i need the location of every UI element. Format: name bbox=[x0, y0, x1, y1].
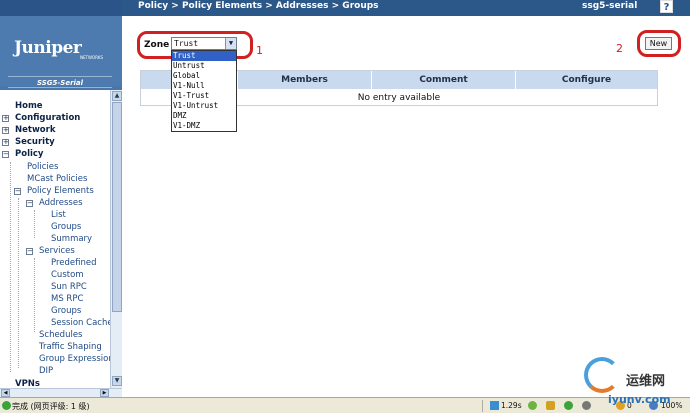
watermark-text: 运维网 bbox=[626, 374, 666, 389]
device-model: SSG5-Serial bbox=[8, 76, 112, 88]
nav-services-ms-rpc[interactable]: MS RPC bbox=[51, 294, 83, 305]
zone-option[interactable]: V1-DMZ bbox=[172, 121, 236, 131]
nav-network[interactable]: Network bbox=[15, 125, 55, 136]
zone-option[interactable]: V1-Untrust bbox=[172, 101, 236, 111]
zone-option[interactable]: DMZ bbox=[172, 111, 236, 121]
collapse-icon[interactable]: − bbox=[2, 151, 9, 158]
tree-line bbox=[10, 162, 11, 372]
zone-option[interactable]: V1-Null bbox=[172, 81, 236, 91]
juniper-logo: Juniper bbox=[14, 38, 82, 58]
nav-vpns[interactable]: VPNs bbox=[15, 379, 40, 388]
sidebar-scrollbar[interactable]: ▲ ▼ bbox=[110, 90, 122, 388]
new-button[interactable]: New bbox=[645, 37, 672, 50]
zone-option[interactable]: Trust bbox=[172, 51, 236, 61]
nav-addresses[interactable]: Addresses bbox=[39, 198, 83, 209]
speaker-icon[interactable] bbox=[582, 401, 591, 410]
nav-session-cache[interactable]: Session Cache bbox=[51, 318, 110, 329]
nav-services-groups[interactable]: Groups bbox=[51, 306, 81, 317]
scroll-down-icon[interactable]: ▼ bbox=[112, 376, 122, 386]
feed-icon[interactable] bbox=[546, 401, 555, 410]
scroll-right-icon[interactable]: ▶ bbox=[100, 389, 109, 397]
nav-policy[interactable]: Policy bbox=[15, 149, 43, 160]
breadcrumb: Policy > Policy Elements > Addresses > G… bbox=[138, 1, 379, 11]
load-time: 1.29s bbox=[501, 401, 522, 410]
scroll-left-icon[interactable]: ◀ bbox=[1, 389, 10, 397]
watermark-url: iyunv.com bbox=[608, 393, 671, 406]
nav-traffic-shaping[interactable]: Traffic Shaping bbox=[39, 342, 102, 353]
nav-services-custom[interactable]: Custom bbox=[51, 270, 84, 281]
nav-policies[interactable]: Policies bbox=[27, 162, 58, 173]
scroll-thumb[interactable] bbox=[112, 102, 122, 312]
expand-icon[interactable]: + bbox=[2, 139, 9, 146]
collapse-icon[interactable]: − bbox=[26, 248, 33, 255]
nav-mcast-policies[interactable]: MCast Policies bbox=[27, 174, 87, 185]
tree-line bbox=[34, 258, 35, 332]
nav-configuration[interactable]: Configuration bbox=[15, 113, 80, 124]
nav-services-sun-rpc[interactable]: Sun RPC bbox=[51, 282, 87, 293]
status-bar: 完成 (网页评级: 1 级) 1.29s 0 100% bbox=[0, 397, 690, 413]
collapse-icon[interactable]: − bbox=[14, 188, 21, 195]
top-bar-left bbox=[0, 0, 122, 16]
nav-address-summary[interactable]: Summary bbox=[51, 234, 92, 245]
zone-dropdown-list[interactable]: Trust Untrust Global V1-Null V1-Trust V1… bbox=[171, 50, 237, 132]
watermark-logo bbox=[584, 357, 620, 393]
security-icon[interactable] bbox=[528, 401, 537, 410]
expand-icon[interactable]: + bbox=[2, 127, 9, 134]
download-icon[interactable] bbox=[564, 401, 573, 410]
nav-home[interactable]: Home bbox=[15, 101, 43, 112]
speed-icon bbox=[490, 401, 499, 410]
nav-services-predefined[interactable]: Predefined bbox=[51, 258, 97, 269]
collapse-icon[interactable]: − bbox=[26, 200, 33, 207]
nav-schedules[interactable]: Schedules bbox=[39, 330, 83, 341]
annotation-number: 2 bbox=[616, 42, 623, 55]
nav-address-groups[interactable]: Groups bbox=[51, 222, 81, 233]
table-header: Configure bbox=[516, 71, 657, 89]
done-icon bbox=[2, 401, 11, 410]
nav-group-expressions[interactable]: Group Expressions bbox=[39, 354, 110, 365]
divider bbox=[482, 400, 483, 412]
nav-address-list[interactable]: List bbox=[51, 210, 66, 221]
help-button[interactable]: ? bbox=[660, 0, 673, 13]
scroll-up-icon[interactable]: ▲ bbox=[112, 91, 122, 101]
expand-icon[interactable]: + bbox=[2, 115, 9, 122]
nav-dip[interactable]: DIP bbox=[39, 366, 53, 377]
zone-option[interactable]: Untrust bbox=[172, 61, 236, 71]
nav-policy-elements[interactable]: Policy Elements bbox=[27, 186, 94, 197]
nav-services[interactable]: Services bbox=[39, 246, 75, 257]
nav-security[interactable]: Security bbox=[15, 137, 55, 148]
zone-option[interactable]: V1-Trust bbox=[172, 91, 236, 101]
status-text: 完成 (网页评级: 1 级) bbox=[12, 402, 90, 411]
sidebar-hscrollbar[interactable]: ◀ ▶ bbox=[0, 388, 122, 397]
annotation-number: 1 bbox=[256, 44, 263, 57]
device-name: ssg5-serial bbox=[582, 1, 638, 11]
table-header: Comment bbox=[372, 71, 516, 89]
nav-tree: Home + Configuration + Network + Securit… bbox=[0, 90, 110, 388]
tree-line bbox=[18, 198, 19, 368]
zone-option[interactable]: Global bbox=[172, 71, 236, 81]
tree-line bbox=[34, 210, 35, 238]
table-header: Members bbox=[238, 71, 372, 89]
logo-subtext: NETWORKS bbox=[80, 55, 104, 60]
